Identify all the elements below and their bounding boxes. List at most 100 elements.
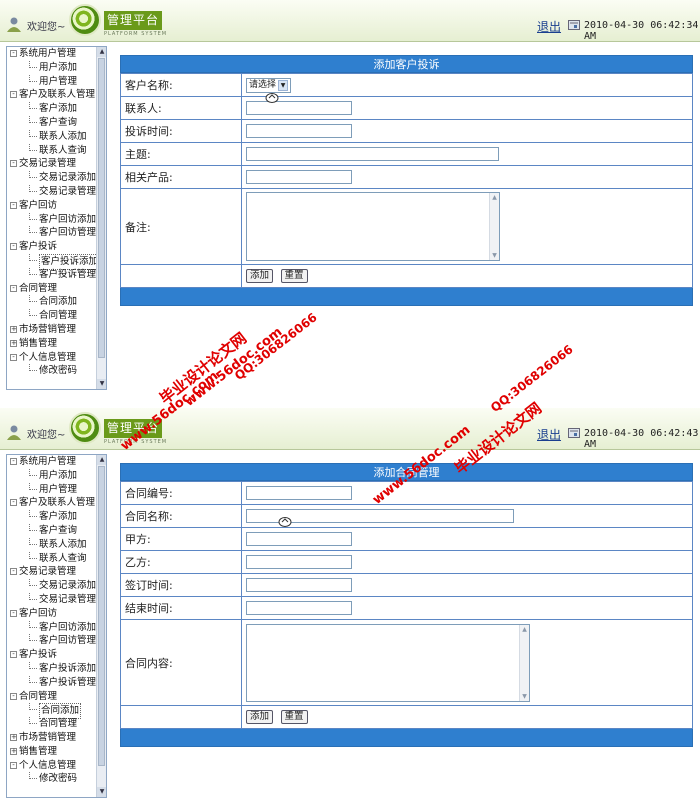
nav-category-label[interactable]: 交易记录管理 (19, 157, 76, 171)
nav-item[interactable]: 用户添加 (7, 60, 96, 75)
nav-item-label[interactable]: 客户投诉管理 (39, 676, 96, 690)
nav-item[interactable]: 交易记录管理 (7, 184, 96, 199)
nav-category[interactable]: - 交易记录管理 (7, 565, 96, 579)
nav-item[interactable]: 客户回访管理 (7, 634, 96, 648)
collapse-icon[interactable]: - (10, 651, 17, 659)
party-b-input[interactable] (246, 555, 352, 569)
scroll-down-icon[interactable]: ▼ (520, 692, 529, 701)
collapse-icon[interactable]: - (10, 50, 17, 57)
nav-item[interactable]: 联系人查询 (7, 143, 96, 158)
nav-item[interactable]: 交易记录添加 (7, 579, 96, 593)
nav-item-label[interactable]: 客户投诉管理 (39, 268, 96, 282)
nav-item[interactable]: 联系人查询 (7, 551, 96, 566)
nav-category-label[interactable]: 客户回访 (19, 607, 57, 621)
scroll-thumb[interactable] (98, 466, 105, 766)
collapse-icon[interactable]: - (10, 761, 17, 769)
nav-item[interactable]: 客户回访添加 (7, 212, 96, 227)
product-input[interactable] (246, 170, 352, 184)
expand-icon[interactable]: + (10, 325, 17, 333)
collapse-icon[interactable]: - (10, 284, 17, 292)
remarks-textarea[interactable]: ▲ ▼ (246, 192, 500, 261)
scroll-up-icon[interactable]: ▲ (97, 455, 106, 465)
exit-link[interactable]: 退出 (537, 18, 561, 35)
scroll-thumb[interactable] (98, 58, 105, 358)
nav-category[interactable]: - 客户回访 (7, 607, 96, 621)
nav-category[interactable]: - 系统用户管理 (7, 47, 96, 61)
expand-icon[interactable]: + (10, 339, 17, 347)
nav-item-label[interactable]: 合同管理 (39, 717, 77, 731)
nav-category[interactable]: - 客户投诉 (7, 240, 96, 254)
subject-input[interactable] (246, 147, 499, 161)
nav-item-label[interactable]: 修改密码 (39, 364, 77, 378)
collapse-icon[interactable]: - (10, 609, 17, 617)
scroll-up-icon[interactable]: ▲ (97, 47, 106, 57)
end-time-input[interactable] (246, 601, 352, 615)
scroll-up-icon[interactable]: ▲ (520, 625, 529, 634)
collapse-icon[interactable]: - (10, 353, 17, 361)
nav-category-label[interactable]: 合同管理 (19, 282, 57, 296)
nav-item[interactable]: 客户添加 (7, 102, 96, 116)
nav-category-label[interactable]: 市场营销管理 (19, 731, 76, 745)
nav-item[interactable]: 客户投诉添加 (7, 253, 101, 270)
scroll-up-icon[interactable]: ▲ (490, 193, 499, 202)
nav-item-label[interactable]: 交易记录添加 (39, 579, 96, 593)
nav-category-label[interactable]: 合同管理 (19, 690, 57, 704)
nav-item[interactable]: 用户管理 (7, 482, 96, 497)
nav-category[interactable]: + 市场营销管理 (7, 731, 96, 745)
collapse-icon[interactable]: - (10, 201, 17, 209)
scroll-down-icon[interactable]: ▼ (97, 379, 106, 389)
collapse-icon[interactable]: - (10, 568, 17, 576)
nav-item-label[interactable]: 客户查询 (39, 116, 77, 130)
add-button[interactable]: 添加 (246, 269, 274, 283)
nav-item-label[interactable]: 交易记录管理 (39, 593, 96, 607)
nav-item-label[interactable]: 客户添加 (39, 510, 77, 524)
nav-item[interactable]: 客户投诉添加 (7, 661, 96, 676)
nav-category-label[interactable]: 系统用户管理 (19, 47, 76, 61)
nav-item-label[interactable]: 交易记录管理 (39, 185, 96, 199)
nav-category[interactable]: - 个人信息管理 (7, 759, 96, 773)
collapse-icon[interactable]: - (10, 692, 17, 700)
nav-category-label[interactable]: 客户投诉 (19, 240, 57, 254)
nav-category-label[interactable]: 客户及联系人管理 (19, 496, 95, 510)
textarea-scrollbar[interactable]: ▲ ▼ (489, 193, 499, 260)
nav-category[interactable]: - 个人信息管理 (7, 351, 96, 365)
nav-category-label[interactable]: 个人信息管理 (19, 759, 76, 773)
sign-time-input[interactable] (246, 578, 352, 592)
sidebar-scrollbar[interactable]: ▲ ▼ (96, 47, 106, 389)
nav-category-label[interactable]: 销售管理 (19, 745, 57, 759)
nav-item-label[interactable]: 合同管理 (39, 309, 77, 323)
nav-item-label[interactable]: 客户回访添加 (39, 621, 96, 635)
collapse-icon[interactable]: - (10, 91, 17, 99)
nav-category-label[interactable]: 客户回访 (19, 199, 57, 213)
collapse-icon[interactable]: - (10, 458, 17, 465)
scroll-down-icon[interactable]: ▼ (490, 251, 499, 260)
nav-category[interactable]: - 客户及联系人管理 (7, 88, 96, 102)
nav-item[interactable]: 用户添加 (7, 468, 96, 483)
nav-category-label[interactable]: 交易记录管理 (19, 565, 76, 579)
nav-category-label[interactable]: 销售管理 (19, 337, 57, 351)
nav-item[interactable]: 客户投诉管理 (7, 267, 96, 282)
contact-input[interactable] (246, 101, 352, 115)
nav-item-label[interactable]: 交易记录添加 (39, 171, 96, 185)
nav-item-label[interactable]: 联系人添加 (39, 538, 87, 552)
nav-category-label[interactable]: 客户投诉 (19, 648, 57, 662)
nav-item-label[interactable]: 客户投诉添加 (39, 662, 96, 676)
nav-item-label[interactable]: 修改密码 (39, 772, 77, 786)
nav-item[interactable]: 合同管理 (7, 717, 96, 731)
nav-category-label[interactable]: 个人信息管理 (19, 351, 76, 365)
nav-category[interactable]: - 合同管理 (7, 690, 96, 704)
nav-item[interactable]: 客户投诉管理 (7, 675, 96, 690)
nav-category[interactable]: - 客户回访 (7, 199, 96, 213)
nav-item-label[interactable]: 客户回访管理 (39, 226, 96, 240)
nav-category-label[interactable]: 客户及联系人管理 (19, 88, 95, 102)
nav-item-label[interactable]: 用户管理 (39, 483, 77, 497)
collapse-icon[interactable]: - (10, 160, 17, 168)
nav-item-label[interactable]: 用户添加 (39, 61, 77, 75)
nav-category[interactable]: - 客户投诉 (7, 648, 96, 662)
nav-item[interactable]: 交易记录管理 (7, 592, 96, 607)
nav-category[interactable]: - 系统用户管理 (7, 455, 96, 469)
complaint-time-input[interactable] (246, 124, 352, 138)
exit-link[interactable]: 退出 (537, 426, 561, 443)
nav-item-label[interactable]: 客户回访添加 (39, 213, 96, 227)
nav-item[interactable]: 合同管理 (7, 309, 96, 323)
